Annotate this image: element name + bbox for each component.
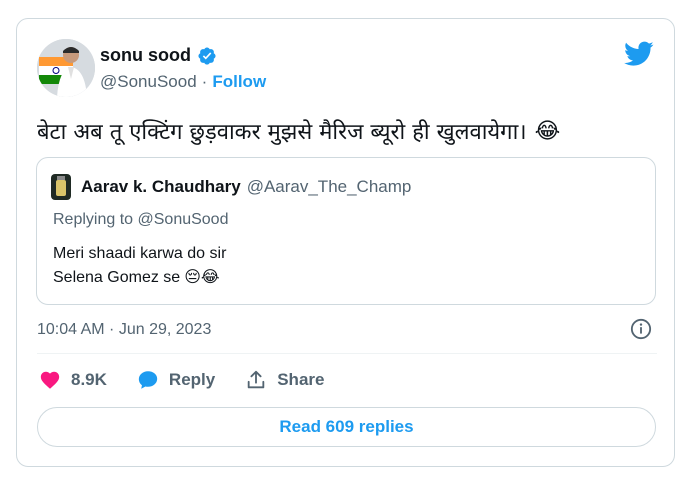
heart-icon bbox=[40, 371, 60, 389]
reply-label: Reply bbox=[168, 370, 216, 389]
quoted-text-2: Selena Gomez se bbox=[53, 269, 181, 286]
replying-to: Replying to @SonuSood bbox=[53, 211, 228, 229]
quoted-header: Aarav k. Chaudhary @Aarav_The_Champ bbox=[51, 174, 411, 200]
avatar[interactable] bbox=[37, 39, 95, 97]
like-count: 8.9K bbox=[71, 370, 107, 389]
quoted-line-2: Selena Gomez se 😔😂 bbox=[53, 266, 226, 290]
follow-button[interactable]: Follow bbox=[212, 72, 266, 92]
author-handle-row: @SonuSood · Follow bbox=[100, 72, 266, 92]
twitter-bird-icon[interactable] bbox=[624, 41, 654, 67]
timestamp[interactable]: 10:04 AM · Jun 29, 2023 bbox=[37, 321, 211, 339]
quoted-tweet[interactable]: Aarav k. Chaudhary @Aarav_The_Champ Repl… bbox=[36, 157, 656, 305]
quoted-text-1: Meri shaadi karwa do sir bbox=[53, 245, 227, 262]
tweet-text-row: बेटा अब तू एक्टिंग छुड़वाकर मुझसे मैरिज … bbox=[37, 116, 560, 146]
read-replies-button[interactable]: Read 609 replies bbox=[37, 407, 656, 447]
replying-handle[interactable]: @SonuSood bbox=[138, 211, 229, 228]
quoted-body: Meri shaadi karwa do sir Selena Gomez se… bbox=[53, 242, 226, 290]
reply-button[interactable]: Reply bbox=[137, 369, 215, 391]
divider bbox=[37, 353, 657, 354]
verified-badge-icon bbox=[198, 46, 216, 65]
quoted-emojis: 😔😂 bbox=[184, 269, 220, 286]
quoted-display-name[interactable]: Aarav k. Chaudhary bbox=[81, 177, 241, 197]
author-display-name[interactable]: sonu sood bbox=[100, 45, 191, 66]
quoted-line-1: Meri shaadi karwa do sir bbox=[53, 242, 226, 266]
tweet-card: sonu sood @SonuSood · Follow बेटा अब तू … bbox=[16, 18, 675, 467]
quoted-avatar bbox=[51, 174, 71, 200]
action-bar: 8.9K Reply Share bbox=[39, 369, 354, 391]
share-button[interactable]: Share bbox=[245, 369, 324, 391]
quoted-handle[interactable]: @Aarav_The_Champ bbox=[247, 177, 412, 197]
replying-prefix: Replying to bbox=[53, 211, 134, 228]
like-button[interactable]: 8.9K bbox=[39, 369, 107, 391]
info-icon[interactable] bbox=[630, 318, 652, 340]
tweet-emoji: 😂 bbox=[534, 118, 561, 144]
author-name-row: sonu sood bbox=[100, 45, 217, 66]
separator-dot: · bbox=[201, 72, 208, 91]
share-label: Share bbox=[277, 370, 325, 389]
author-handle[interactable]: @SonuSood bbox=[100, 72, 197, 92]
share-icon bbox=[247, 370, 265, 389]
tweet-text: बेटा अब तू एक्टिंग छुड़वाकर मुझसे मैरिज … bbox=[37, 120, 527, 145]
reply-bubble-icon bbox=[138, 371, 158, 389]
